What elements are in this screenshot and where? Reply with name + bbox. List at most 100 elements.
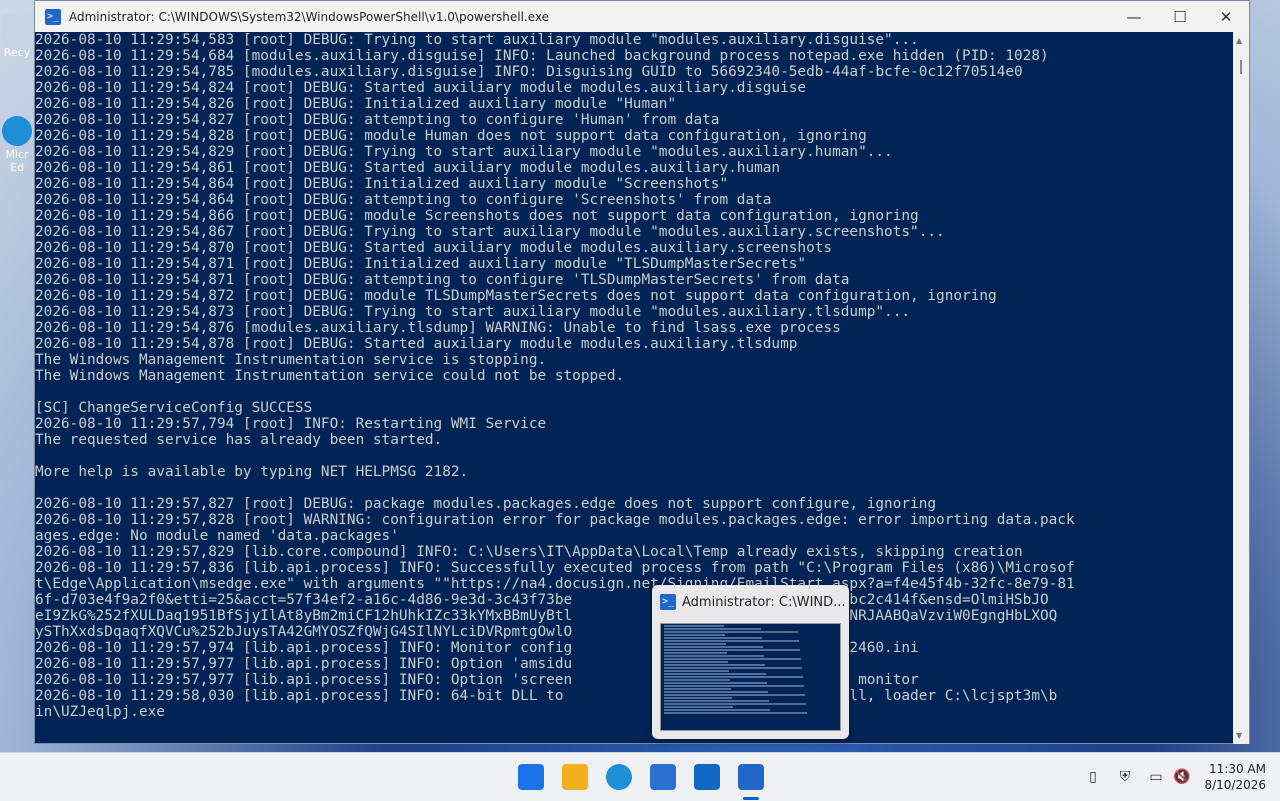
- thumbnail-line: [664, 709, 770, 711]
- thumbnail-line: [664, 640, 799, 642]
- thumbnail-line: [664, 658, 801, 660]
- console-line: 6f-d703e4f9a2f0&etti=25&acct=57f34ef2-a1…: [35, 592, 1049, 608]
- edge-browser-icon[interactable]: [606, 764, 632, 790]
- console-line: 2026-08-10 11:29:54,878 [root] DEBUG: St…: [35, 336, 798, 352]
- console-line: More help is available by typing NET HEL…: [35, 464, 469, 480]
- console-line: ages.edge: No module named 'data.package…: [35, 528, 399, 544]
- thumbnail-line: [664, 628, 761, 630]
- console-line: The Windows Management Instrumentation s…: [35, 368, 625, 384]
- console-line: t\Edge\Application\msedge.exe" with argu…: [35, 576, 1075, 592]
- edge-shortcut-label: Micr Ed: [5, 148, 29, 174]
- console-line: 2026-08-10 11:29:57,829 [lib.core.compou…: [35, 544, 1023, 560]
- thumbnail-line: [664, 697, 732, 699]
- console-line: eI9ZkG%252fXULDaq1951BfSjyIlAt8yBm2miCF1…: [35, 608, 1058, 624]
- file-explorer-icon[interactable]: [562, 764, 588, 790]
- thumbnail-line: [664, 700, 769, 702]
- thumbnail-line: [664, 643, 726, 645]
- console-line: 2026-08-10 11:29:54,870 [root] DEBUG: St…: [35, 240, 833, 256]
- window-title: Administrator: C:\WINDOWS\System32\Windo…: [69, 9, 550, 24]
- console-line: 2026-08-10 11:29:54,826 [root] DEBUG: In…: [35, 96, 677, 112]
- thumbnail-title: Administrator: C:\WIND...: [682, 594, 846, 610]
- thumbnail-line: [664, 634, 725, 636]
- console-line: 2026-08-10 11:29:54,864 [root] DEBUG: In…: [35, 176, 729, 192]
- console-line: 2026-08-10 11:29:54,866 [root] DEBUG: mo…: [35, 208, 919, 224]
- taskbar-thumbnail-preview[interactable]: >_ Administrator: C:\WIND...: [652, 585, 849, 739]
- console-line: ySThXxdsDqaqfXQVCu%252bJuysTA42GMYOSZfQW…: [35, 624, 772, 640]
- recycle-bin-icon[interactable]: Recy: [0, 14, 34, 59]
- scroll-down-icon[interactable]: ▼: [1236, 731, 1242, 740]
- thumbnail-line: [664, 679, 730, 681]
- thumbnail-line: [664, 706, 733, 708]
- thumbnail-line: [664, 694, 805, 696]
- microsoft-edge-shortcut-icon[interactable]: Micr Ed: [0, 116, 34, 174]
- clock-time: 11:30 AM: [1209, 762, 1266, 776]
- scrollbar-thumb[interactable]: [1240, 60, 1242, 74]
- thumbnail-line: [664, 649, 800, 651]
- console-line: 2026-08-10 11:29:54,829 [root] DEBUG: Tr…: [35, 144, 893, 160]
- thumbnail-line: [664, 703, 806, 705]
- console-output[interactable]: 2026-08-10 11:29:54,583 [root] DEBUG: Tr…: [35, 32, 1233, 744]
- console-line: 2026-08-10 11:29:54,876 [modules.auxilia…: [35, 320, 841, 336]
- console-line: 2026-08-10 11:29:54,871 [root] DEBUG: at…: [35, 272, 850, 288]
- console-line: 2026-08-10 11:29:57,977 [lib.api.process…: [35, 672, 919, 688]
- console-line: 2026-08-10 11:29:57,794 [root] INFO: Res…: [35, 416, 547, 432]
- console-line: 2026-08-10 11:29:54,785 [modules.auxilia…: [35, 64, 1023, 80]
- powershell-icon[interactable]: [738, 764, 764, 790]
- console-line: 2026-08-10 11:29:54,873 [root] DEBUG: Tr…: [35, 304, 911, 320]
- thumbnail-line: [664, 667, 802, 669]
- console-line: The requested service has already been s…: [35, 432, 443, 448]
- microsoft-store-icon[interactable]: [650, 764, 676, 790]
- thumbnail-line: [664, 637, 762, 639]
- powershell-window[interactable]: >_ Administrator: C:\WINDOWS\System32\Wi…: [34, 0, 1250, 744]
- thumbnail-line: [664, 625, 724, 627]
- console-line: 2026-08-10 11:29:54,861 [root] DEBUG: St…: [35, 160, 781, 176]
- thumbnail-line: [664, 631, 798, 633]
- console-line: 2026-08-10 11:29:54,828 [root] DEBUG: mo…: [35, 128, 867, 144]
- console-line: 2026-08-10 11:29:54,583 [root] DEBUG: Tr…: [35, 32, 919, 48]
- console-line: 2026-08-10 11:29:54,827 [root] DEBUG: at…: [35, 112, 720, 128]
- usb-device-icon[interactable]: ▯: [1084, 768, 1102, 786]
- console-line: 2026-08-10 11:29:54,864 [root] DEBUG: at…: [35, 192, 772, 208]
- outlook-icon[interactable]: [694, 764, 720, 790]
- thumbnail-line: [664, 661, 728, 663]
- thumbnail-line: [664, 676, 803, 678]
- thumbnail-window-preview[interactable]: [660, 623, 841, 731]
- recycle-bin-label: Recy: [3, 46, 31, 59]
- system-clock[interactable]: 11:30 AM 8/10/2026: [1204, 761, 1266, 793]
- thumbnail-line: [664, 652, 727, 654]
- thumbnail-line: [664, 682, 767, 684]
- network-monitor-icon[interactable]: ▭: [1147, 768, 1165, 786]
- console-line: 2026-08-10 11:29:57,836 [lib.api.process…: [35, 560, 1075, 576]
- console-line: 2026-08-10 11:29:57,827 [root] DEBUG: pa…: [35, 496, 937, 512]
- minimize-button[interactable]: —: [1111, 1, 1157, 32]
- console-line: in\UZJeqlpj.exe: [35, 704, 165, 720]
- speaker-muted-icon[interactable]: 🔇: [1173, 768, 1191, 786]
- thumbnail-line: [664, 664, 765, 666]
- taskbar: ▯ ⛨ ▭ 🔇 11:30 AM 8/10/2026: [0, 752, 1280, 801]
- powershell-icon: >_: [660, 594, 676, 610]
- security-shield-icon[interactable]: ⛨: [1116, 768, 1134, 786]
- console-line: 2026-08-10 11:29:58,030 [lib.api.process…: [35, 688, 1058, 704]
- clock-date: 8/10/2026: [1204, 778, 1266, 792]
- vertical-scrollbar[interactable]: ▲ ▼: [1233, 32, 1249, 744]
- start-button-icon[interactable]: [518, 764, 544, 790]
- console-line: 2026-08-10 11:29:54,684 [modules.auxilia…: [35, 48, 1049, 64]
- console-line: 2026-08-10 11:29:54,871 [root] DEBUG: In…: [35, 256, 807, 272]
- thumbnail-line: [664, 670, 729, 672]
- console-line: [SC] ChangeServiceConfig SUCCESS: [35, 400, 313, 416]
- maximize-button[interactable]: ☐: [1157, 1, 1203, 32]
- thumbnail-line: [664, 646, 763, 648]
- thumbnail-line: [664, 685, 804, 687]
- thumbnail-line: [664, 673, 766, 675]
- thumbnail-line: [664, 655, 764, 657]
- window-titlebar[interactable]: >_ Administrator: C:\WINDOWS\System32\Wi…: [35, 1, 1249, 32]
- console-line: 2026-08-10 11:29:54,872 [root] DEBUG: mo…: [35, 288, 997, 304]
- console-line: 2026-08-10 11:29:57,977 [lib.api.process…: [35, 656, 850, 672]
- thumbnail-line: [664, 691, 768, 693]
- close-button[interactable]: ✕: [1203, 1, 1249, 32]
- thumbnail-line: [664, 712, 807, 714]
- scroll-up-icon[interactable]: ▲: [1236, 36, 1242, 45]
- thumbnail-line: [664, 688, 731, 690]
